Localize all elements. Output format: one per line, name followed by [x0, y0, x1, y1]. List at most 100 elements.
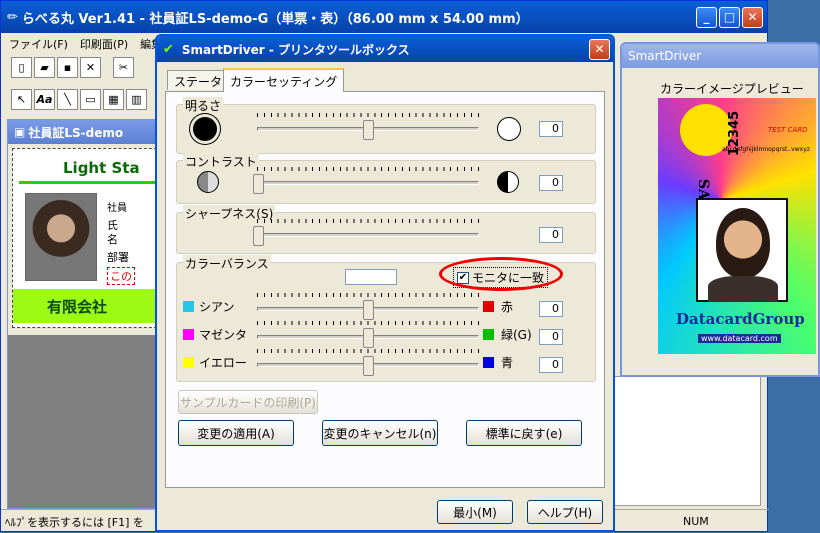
blue-swatch-icon — [483, 357, 494, 368]
new-file-icon[interactable]: ▯ — [11, 57, 32, 78]
select-arrow-icon[interactable]: ↖ — [11, 89, 32, 110]
dialog-titlebar: ✔ SmartDriver - プリンタツールボックス ✕ — [157, 36, 613, 62]
preview-heading: カラーイメージプレビュー — [660, 82, 804, 96]
apply-button[interactable]: 変更の適用(A) — [178, 420, 294, 446]
contrast-value: 0 — [539, 175, 563, 191]
sharpness-ticks — [257, 219, 479, 223]
employee-photo — [25, 193, 97, 281]
background-panel — [611, 376, 761, 506]
document-titlebar: ▣ 社員証LS-demo — [8, 120, 166, 144]
preview-titlebar: SmartDriver — [622, 44, 818, 68]
main-titlebar: ✏ らべる丸 Ver1.41 - 社員証LS-demo-G（単票・表）（86.0… — [1, 1, 767, 33]
contrast-ticks — [257, 167, 479, 171]
card-url: www.datacard.com — [698, 334, 781, 343]
cut-icon[interactable]: ✂ — [113, 57, 134, 78]
menu-bar: ファイル(F) 印刷面(P) 編集 — [1, 34, 162, 54]
contrast-slider[interactable] — [253, 174, 264, 194]
card-text-label: 社員 — [107, 203, 127, 214]
preview-window: SmartDriver カラーイメージプレビュー 12345 TEST CARD… — [620, 42, 820, 377]
toolbox-dialog: ✔ SmartDriver - プリンタツールボックス ✕ ステータス カラーセ… — [155, 34, 615, 532]
magenta-green-slider[interactable] — [363, 328, 374, 348]
card-company-name: 有限会社 — [46, 297, 107, 316]
low-contrast-icon — [197, 171, 219, 193]
color-preview-swatch — [345, 269, 397, 285]
brightness-ticks — [257, 113, 479, 117]
status-text: ﾍﾙﾌﾟを表示するには [F1] を — [5, 515, 144, 529]
magenta-green-value: 0 — [539, 329, 563, 345]
cyan-red-value: 0 — [539, 301, 563, 317]
app-icon: ✏ — [7, 9, 18, 25]
sharpness-group: シャープネス(S) 0 — [176, 205, 596, 254]
document-window: ▣ 社員証LS-demo Light Sta 社員 氏 名 部署 この 有限会社 — [7, 119, 167, 509]
card-text-name-2: 名 — [107, 233, 118, 246]
card-company-bar: 有限会社 — [13, 289, 161, 323]
red-label: 赤 — [501, 300, 514, 314]
contrast-label: コントラスト — [183, 153, 259, 170]
tab-panel: 明るさ 0 コントラスト 0 シャープネス(S) 0 カラーバランス ✔ モニタ… — [165, 91, 605, 488]
barcode-tool-icon[interactable]: ▦ — [103, 89, 124, 110]
color-balance-group: カラーバランス ✔ モニタに一致 シアン 赤 0 マゼンタ 緑(G) 0 イエロ… — [176, 255, 596, 382]
card-shirt — [708, 276, 778, 302]
green-label: 緑(G) — [501, 328, 532, 342]
magenta-swatch-icon — [183, 329, 194, 340]
rect-tool-icon[interactable]: ▭ — [80, 89, 101, 110]
num-indicator: NUM — [683, 515, 709, 528]
document-title: 社員証LS-demo — [28, 125, 124, 140]
sharpness-slider[interactable] — [253, 226, 264, 246]
contrast-track — [257, 181, 479, 185]
reset-default-button[interactable]: 標準に戻す(e) — [466, 420, 582, 446]
print-sample-button[interactable]: サンプルカードの印刷(P) — [178, 390, 318, 414]
card-header-line — [19, 181, 159, 184]
yellow-blue-ticks — [257, 349, 479, 353]
yellow-swatch-icon — [183, 357, 194, 368]
card-brand: DatacardGroup — [676, 310, 805, 328]
minimize-icon[interactable]: _ — [696, 6, 717, 28]
cyan-red-slider[interactable] — [363, 300, 374, 320]
card-person-photo — [696, 198, 788, 302]
text-tool-icon[interactable]: Aa — [34, 89, 55, 110]
card-alphabet: abcdefghijklmnopqrst..vwxyz — [722, 146, 810, 153]
open-folder-icon[interactable]: ▰ — [34, 57, 55, 78]
contrast-group: コントラスト 0 — [176, 153, 596, 204]
smartdriver-logo-icon: ✔ — [163, 41, 174, 57]
toolbar-2: ↖ Aa ╲ ▭ ▦ ▥ — [11, 89, 149, 110]
magenta-green-ticks — [257, 321, 479, 325]
blue-label: 青 — [501, 356, 514, 370]
card-test-label: TEST CARD — [768, 126, 808, 134]
menu-file[interactable]: ファイル(F) — [9, 36, 68, 52]
brightness-group: 明るさ 0 — [176, 97, 596, 154]
barcode-vertical-icon[interactable]: ▥ — [126, 89, 147, 110]
red-swatch-icon — [483, 301, 494, 312]
brightness-value: 0 — [539, 121, 563, 137]
delete-icon[interactable]: ✕ — [80, 57, 101, 78]
cyan-swatch-icon — [183, 301, 194, 312]
brightness-slider[interactable] — [363, 120, 374, 140]
yellow-label: イエロー — [199, 356, 247, 370]
card-header: Light Sta — [63, 159, 140, 177]
help-button[interactable]: ヘルプ(H) — [527, 500, 603, 524]
yellow-blue-slider[interactable] — [363, 356, 374, 376]
save-icon[interactable]: ▪ — [57, 57, 78, 78]
dialog-title: SmartDriver - プリンタツールボックス — [181, 42, 410, 57]
green-swatch-icon — [483, 329, 494, 340]
app-title: らべる丸 Ver1.41 - 社員証LS-demo-G（単票・表）（86.00 … — [21, 11, 529, 27]
toolbar-1: ▯ ▰ ▪ ✕ ✂ — [11, 57, 136, 78]
maximize-icon[interactable]: □ — [719, 6, 740, 28]
card-text-dept: 部署 — [107, 251, 129, 264]
cancel-changes-button[interactable]: 変更のキャンセル(n) — [322, 420, 438, 446]
close-icon[interactable]: ✕ — [742, 6, 763, 28]
monitor-match-highlight — [439, 257, 563, 291]
preview-title: SmartDriver — [628, 49, 702, 63]
preview-card: 12345 TEST CARD abcdefghijklmnopqrst..vw… — [658, 98, 816, 354]
light-sun-icon — [497, 117, 521, 141]
tab-color-settings[interactable]: カラーセッティング — [223, 68, 345, 92]
dialog-close-icon[interactable]: ✕ — [589, 38, 610, 60]
document-gray-area — [8, 335, 166, 508]
document-icon: ▣ — [14, 125, 26, 139]
cyan-label: シアン — [199, 300, 235, 314]
card-face — [716, 208, 770, 278]
magenta-label: マゼンタ — [199, 328, 248, 342]
menu-print-side[interactable]: 印刷面(P) — [80, 36, 128, 52]
line-tool-icon[interactable]: ╲ — [57, 89, 78, 110]
minimize-button[interactable]: 最小(M) — [437, 500, 513, 524]
